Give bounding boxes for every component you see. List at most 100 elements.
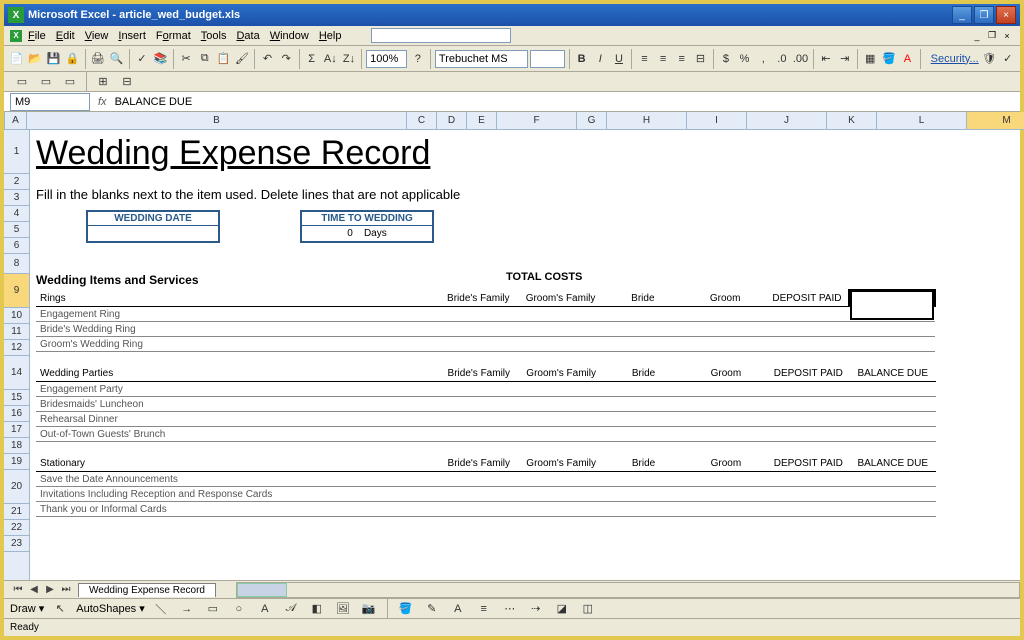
draw-menu[interactable]: Draw ▾ — [10, 602, 44, 615]
cell[interactable] — [684, 322, 766, 337]
percent-icon[interactable]: % — [736, 49, 753, 69]
doc-restore[interactable]: ❐ — [985, 29, 999, 43]
shadow-icon[interactable]: ◪ — [552, 599, 572, 619]
line-icon[interactable]: ＼ — [151, 599, 171, 619]
cell[interactable] — [520, 502, 602, 517]
cell[interactable] — [438, 427, 520, 442]
sort-asc-icon[interactable]: A↓ — [322, 49, 339, 69]
row-header-18[interactable]: 18 — [4, 438, 29, 454]
undo-icon[interactable]: ↶ — [259, 49, 276, 69]
row-header-3[interactable]: 3 — [4, 190, 29, 206]
cell[interactable] — [767, 487, 849, 502]
sheet-area[interactable]: Wedding Expense Record Fill in the blank… — [30, 130, 1020, 580]
save-icon[interactable]: 💾 — [45, 49, 62, 69]
minimize-button[interactable]: _ — [952, 6, 972, 24]
cell[interactable] — [602, 322, 684, 337]
wedding-date-value[interactable] — [88, 226, 218, 241]
row-header-11[interactable]: 11 — [4, 324, 29, 340]
cell[interactable] — [767, 427, 849, 442]
row-header-8[interactable]: 8 — [4, 254, 29, 274]
line-style-icon[interactable]: ≡ — [474, 599, 494, 619]
cell[interactable] — [767, 472, 849, 487]
select-arrow-icon[interactable]: ↖ — [50, 599, 70, 619]
font-color2-icon[interactable]: A — [448, 599, 468, 619]
cell[interactable] — [766, 322, 848, 337]
cell[interactable] — [684, 337, 766, 352]
cell[interactable] — [685, 487, 767, 502]
dec-decimal-icon[interactable]: .00 — [792, 49, 809, 69]
row-header-1[interactable]: 1 — [4, 130, 29, 174]
tb2-2-icon[interactable]: ▭ — [36, 72, 56, 92]
cell[interactable] — [602, 472, 684, 487]
italic-icon[interactable]: I — [592, 49, 609, 69]
doc-close[interactable]: × — [1000, 29, 1014, 43]
format-painter-icon[interactable]: 🖌 — [234, 49, 251, 69]
cell[interactable] — [849, 382, 936, 397]
cell[interactable] — [602, 337, 684, 352]
row-header-23[interactable]: 23 — [4, 536, 29, 552]
cell[interactable] — [520, 487, 602, 502]
3d-icon[interactable]: ◫ — [578, 599, 598, 619]
cell[interactable] — [437, 337, 519, 352]
fill2-icon[interactable]: 🪣 — [396, 599, 416, 619]
cell[interactable] — [766, 307, 848, 322]
cell[interactable] — [437, 322, 519, 337]
cell[interactable] — [519, 307, 601, 322]
row-header-4[interactable]: 4 — [4, 206, 29, 222]
cell[interactable] — [684, 307, 766, 322]
cell[interactable] — [438, 412, 520, 427]
row-header-16[interactable]: 16 — [4, 406, 29, 422]
align-left-icon[interactable]: ≡ — [636, 49, 653, 69]
row-header-2[interactable]: 2 — [4, 174, 29, 190]
oval-icon[interactable]: ○ — [229, 599, 249, 619]
research-icon[interactable]: 📚 — [152, 49, 169, 69]
cell[interactable] — [767, 502, 849, 517]
cell[interactable] — [520, 412, 602, 427]
cell[interactable] — [438, 397, 520, 412]
wordart-icon[interactable]: 𝒜 — [281, 599, 301, 619]
redo-icon[interactable]: ↷ — [278, 49, 295, 69]
menu-insert[interactable]: Insert — [118, 30, 146, 42]
menu-tools[interactable]: Tools — [201, 30, 227, 42]
tab-first-icon[interactable]: ⏮ — [10, 583, 26, 597]
tab-next-icon[interactable]: ▶ — [42, 583, 58, 597]
clipart-icon[interactable]: 🖼 — [333, 599, 353, 619]
tb2-4-icon[interactable]: ⊞ — [93, 72, 113, 92]
row-header-22[interactable]: 22 — [4, 520, 29, 536]
help-icon[interactable]: ? — [409, 49, 426, 69]
font-color-icon[interactable]: A — [899, 49, 916, 69]
cell[interactable] — [849, 397, 936, 412]
indent-inc-icon[interactable]: ⇥ — [836, 49, 853, 69]
cell[interactable] — [767, 382, 849, 397]
maximize-button[interactable]: ❐ — [974, 6, 994, 24]
align-center-icon[interactable]: ≡ — [655, 49, 672, 69]
textbox-icon[interactable]: A — [255, 599, 275, 619]
cell[interactable] — [602, 502, 684, 517]
menu-view[interactable]: View — [85, 30, 109, 42]
row-header-17[interactable]: 17 — [4, 422, 29, 438]
cell[interactable] — [519, 322, 601, 337]
col-header-B[interactable]: B — [27, 112, 407, 129]
cell[interactable] — [437, 307, 519, 322]
sort-desc-icon[interactable]: Z↓ — [341, 49, 358, 69]
cell[interactable] — [849, 472, 936, 487]
tab-prev-icon[interactable]: ◀ — [26, 583, 42, 597]
paste-icon[interactable]: 📋 — [215, 49, 232, 69]
col-header-E[interactable]: E — [467, 112, 497, 129]
col-header-C[interactable]: C — [407, 112, 437, 129]
cell[interactable] — [602, 307, 684, 322]
line-color-icon[interactable]: ✎ — [422, 599, 442, 619]
align-right-icon[interactable]: ≡ — [673, 49, 690, 69]
fill-color-icon[interactable]: 🪣 — [880, 49, 897, 69]
col-header-L[interactable]: L — [877, 112, 967, 129]
name-box[interactable]: M9 — [10, 93, 90, 111]
zoom-box[interactable]: 100% — [366, 50, 407, 68]
font-name-box[interactable]: Trebuchet MS — [435, 50, 528, 68]
sec2-icon[interactable]: ✓ — [999, 49, 1016, 69]
sec1-icon[interactable]: 🛡 — [981, 49, 998, 69]
cell[interactable] — [849, 337, 935, 352]
preview-icon[interactable]: 🔍 — [108, 49, 125, 69]
horizontal-scrollbar[interactable] — [236, 582, 1020, 598]
security-link[interactable]: Security... — [931, 53, 979, 65]
borders-icon[interactable]: ▦ — [862, 49, 879, 69]
